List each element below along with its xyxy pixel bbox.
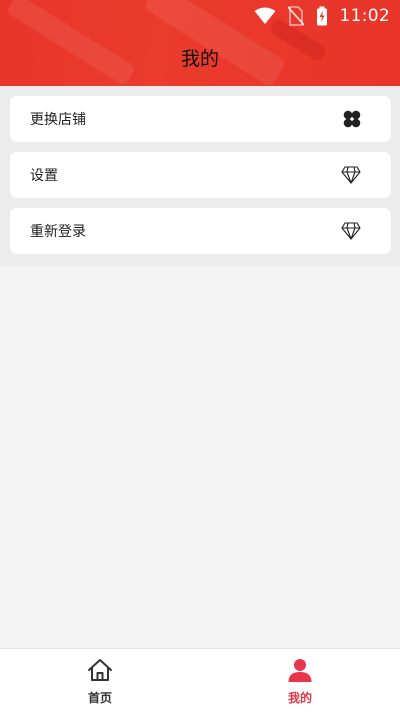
- menu-item-label: 设置: [30, 168, 58, 184]
- menu-item-relogin[interactable]: 重新登录: [10, 208, 391, 254]
- battery-charging-icon: [316, 6, 328, 26]
- menu-item-label: 更换店铺: [30, 112, 86, 128]
- no-sim-icon: [287, 6, 304, 26]
- wifi-icon: [254, 7, 276, 25]
- user-icon: [287, 658, 313, 686]
- menu-item-change-store[interactable]: 更换店铺: [10, 96, 391, 142]
- nav-label-home: 首页: [87, 691, 112, 705]
- bottom-nav: 首页 我的: [0, 648, 400, 712]
- clover-icon: [343, 110, 361, 128]
- page-title: 我的: [180, 48, 219, 70]
- nav-item-home[interactable]: 首页: [0, 649, 200, 712]
- menu-item-settings[interactable]: 设置: [10, 152, 391, 198]
- home-icon: [87, 658, 113, 686]
- nav-item-mine[interactable]: 我的: [200, 649, 400, 712]
- top-header: 11:02 我的: [0, 0, 400, 86]
- diamond-icon: [341, 166, 361, 184]
- nav-label-mine: 我的: [287, 691, 312, 705]
- header-decoration: [5, 0, 137, 86]
- diamond-icon: [341, 222, 361, 240]
- status-bar: 11:02: [254, 4, 391, 28]
- menu-item-label: 重新登录: [30, 224, 86, 240]
- status-time: 11:02: [339, 6, 390, 26]
- menu-panel: 更换店铺 设置 重新登录: [0, 86, 400, 266]
